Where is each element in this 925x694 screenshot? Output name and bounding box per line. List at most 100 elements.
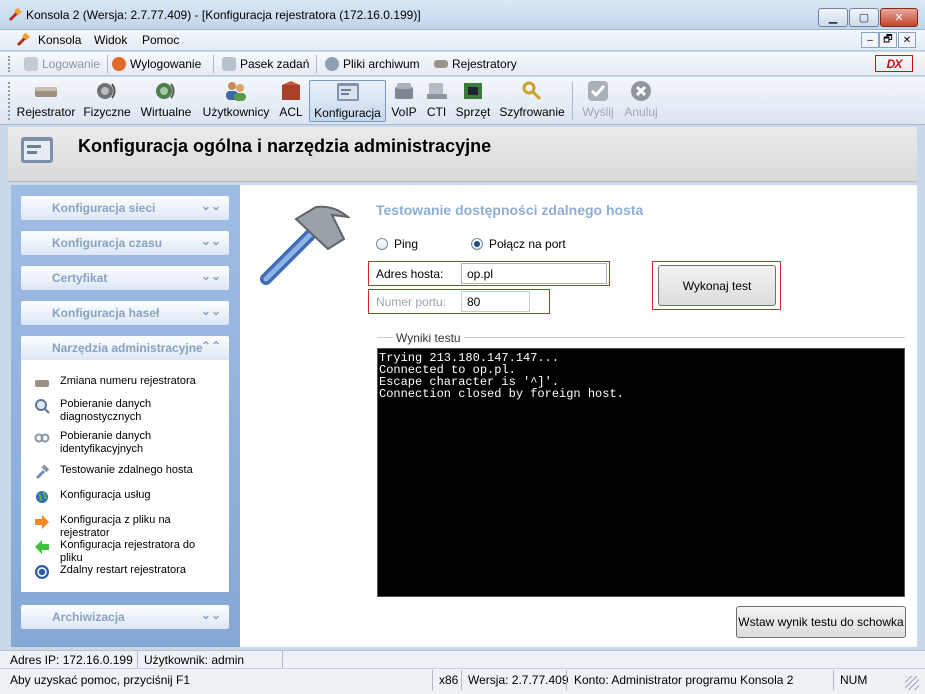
status-user: Użytkownik: admin [144, 653, 245, 667]
hammer-icon [34, 464, 50, 480]
status-help: Aby uzyskać pomoc, przyciśnij F1 [10, 673, 191, 687]
radio-connect-port[interactable]: Połącz na port [471, 237, 566, 251]
app-icon [8, 7, 22, 22]
sidebar-item-identification[interactable]: Pobieranie danych identyfikacyjnych [34, 430, 210, 456]
recorder-small-icon [434, 60, 448, 68]
toolbar-voip-button[interactable]: VoIP [389, 80, 419, 122]
physical-icon [95, 80, 119, 102]
company-logo: DX [875, 55, 913, 72]
sidebar-item-config-from-file[interactable]: Konfiguracja z pliku na rejestrator [34, 514, 210, 540]
chevron-down-icon: ⌄⌄ [200, 304, 221, 318]
users-icon [224, 80, 248, 102]
chevron-down-icon: ⌄⌄ [200, 234, 221, 248]
run-test-button[interactable]: Wykonaj test [658, 265, 776, 306]
menu-app-icon [16, 32, 30, 47]
maximize-icon: ▢ [858, 12, 870, 24]
copy-result-button[interactable]: Wstaw wynik testu do schowka [736, 606, 906, 638]
sidebar-section-time[interactable]: Konfiguracja czasu ⌄⌄ [21, 231, 229, 255]
chevron-down-icon: ⌄⌄ [200, 269, 221, 283]
recorder-small-icon [34, 375, 50, 391]
cancel-icon [629, 80, 653, 102]
chevron-down-icon: ⌄⌄ [200, 608, 221, 622]
radio-ping[interactable]: Ping [376, 237, 418, 251]
toolbar-grip[interactable] [8, 56, 11, 72]
sidebar-item-config-to-file[interactable]: Konfiguracja rejestratora do pliku [34, 539, 210, 565]
radio-port-dot [471, 238, 483, 250]
toolbar-physical-button[interactable]: Fizyczne [82, 80, 132, 122]
mdi-restore-button[interactable]: 🗗 [879, 32, 897, 48]
mdi-minimize-button[interactable]: – [861, 32, 879, 48]
mdi-close-button[interactable]: ✕ [898, 32, 916, 48]
restart-icon [34, 564, 50, 580]
window-title: Konsola 2 (Wersja: 2.7.77.409) - [Konfig… [26, 8, 421, 22]
logout-icon [112, 57, 126, 71]
menu-bar [0, 30, 925, 51]
status-ip: Adres IP: 172.16.0.199 [10, 653, 133, 667]
results-output[interactable]: Trying 213.180.147.147... Connected to o… [377, 348, 905, 597]
menu-pomoc[interactable]: Pomoc [142, 33, 179, 47]
toolbar-encryption-button[interactable]: Szyfrowanie [498, 80, 566, 122]
menu-konsola[interactable]: Konsola [38, 33, 81, 47]
sidebar-item-change-number[interactable]: Zmiana numeru rejestratora [34, 375, 210, 391]
voip-icon [392, 80, 416, 102]
toolbar-acl-button[interactable]: ACL [277, 80, 305, 122]
sidebar-item-remote-host-test[interactable]: Testowanie zdalnego hosta [34, 464, 210, 480]
port-label: Numer portu: [376, 295, 447, 309]
sidebar-item-diagnostics[interactable]: Pobieranie danych diagnostycznych [34, 398, 210, 424]
arrow-left-icon [34, 539, 50, 555]
status-separator [461, 670, 462, 690]
maximize-button[interactable]: ▢ [849, 8, 879, 27]
recorders-button[interactable]: Rejestratory [434, 56, 517, 72]
status-separator [282, 651, 283, 668]
section-title: Testowanie dostępności zdalnego hosta [376, 202, 644, 218]
recorder-icon [34, 80, 58, 102]
host-label: Adres hosta: [376, 267, 444, 281]
cti-icon [425, 80, 449, 102]
archive-files-button[interactable]: Pliki archiwum [325, 56, 420, 72]
toolbar-recorder-button[interactable]: Rejestrator [17, 80, 75, 122]
chevron-up-icon: ⌃⌃ [200, 339, 221, 353]
login-button[interactable]: Logowanie [24, 56, 100, 72]
chevron-down-icon: ⌄⌄ [200, 199, 221, 213]
toolbar-users-button[interactable]: Użytkownicy [200, 80, 272, 122]
toolbar-hardware-button[interactable]: Sprzęt [455, 80, 491, 122]
host-input[interactable] [461, 263, 607, 284]
config-icon [336, 81, 360, 103]
close-icon: ✕ [894, 12, 904, 24]
send-icon [586, 80, 610, 102]
toolbar-cti-button[interactable]: CTI [424, 80, 449, 122]
sidebar-item-services[interactable]: Konfiguracja usług [34, 489, 210, 505]
status-arch: x86 [439, 673, 459, 687]
toolbar-grip[interactable] [8, 82, 11, 120]
port-input[interactable] [461, 291, 530, 312]
status-account: Konto: Administrator programu Konsola 2 [574, 673, 794, 687]
acl-icon [279, 80, 303, 102]
magnifier-icon [34, 398, 50, 414]
status-separator [137, 651, 138, 668]
close-button[interactable]: ✕ [880, 8, 918, 27]
sidebar-section-admin-tools[interactable]: Narzędzia administracyjne ⌃⌃ [21, 336, 229, 360]
toolbar-virtual-button[interactable]: Wirtualne [138, 80, 194, 122]
login-icon [24, 57, 38, 71]
resize-grip[interactable] [905, 676, 919, 690]
sidebar-section-archiving[interactable]: Archiwizacja ⌄⌄ [21, 605, 229, 629]
sidebar-section-network[interactable]: Konfiguracja sieci ⌄⌄ [21, 196, 229, 220]
toolbar-send-button[interactable]: Wyślij [580, 80, 616, 122]
logout-button[interactable]: Wylogowanie [112, 56, 201, 72]
results-label: Wyniki testu [393, 331, 464, 345]
toolbar-separator [316, 55, 317, 73]
disc-icon [325, 57, 339, 71]
globe-icon [34, 489, 50, 505]
toolbar-cancel-button[interactable]: Anuluj [622, 80, 660, 122]
taskbar-button[interactable]: Pasek zadań [222, 56, 309, 72]
toolbar-separator [213, 55, 214, 73]
sidebar-item-remote-restart[interactable]: Zdalny restart rejestratora [34, 564, 210, 580]
status-separator [566, 670, 567, 690]
sidebar-section-certificate[interactable]: Certyfikat ⌄⌄ [21, 266, 229, 290]
minimize-button[interactable]: ▁ [818, 8, 848, 27]
sidebar-section-passwords[interactable]: Konfiguracja haseł ⌄⌄ [21, 301, 229, 325]
menu-widok[interactable]: Widok [94, 33, 127, 47]
arrow-right-icon [34, 514, 50, 530]
hardware-icon [461, 80, 485, 102]
toolbar-config-button[interactable]: Konfiguracja [309, 80, 386, 122]
